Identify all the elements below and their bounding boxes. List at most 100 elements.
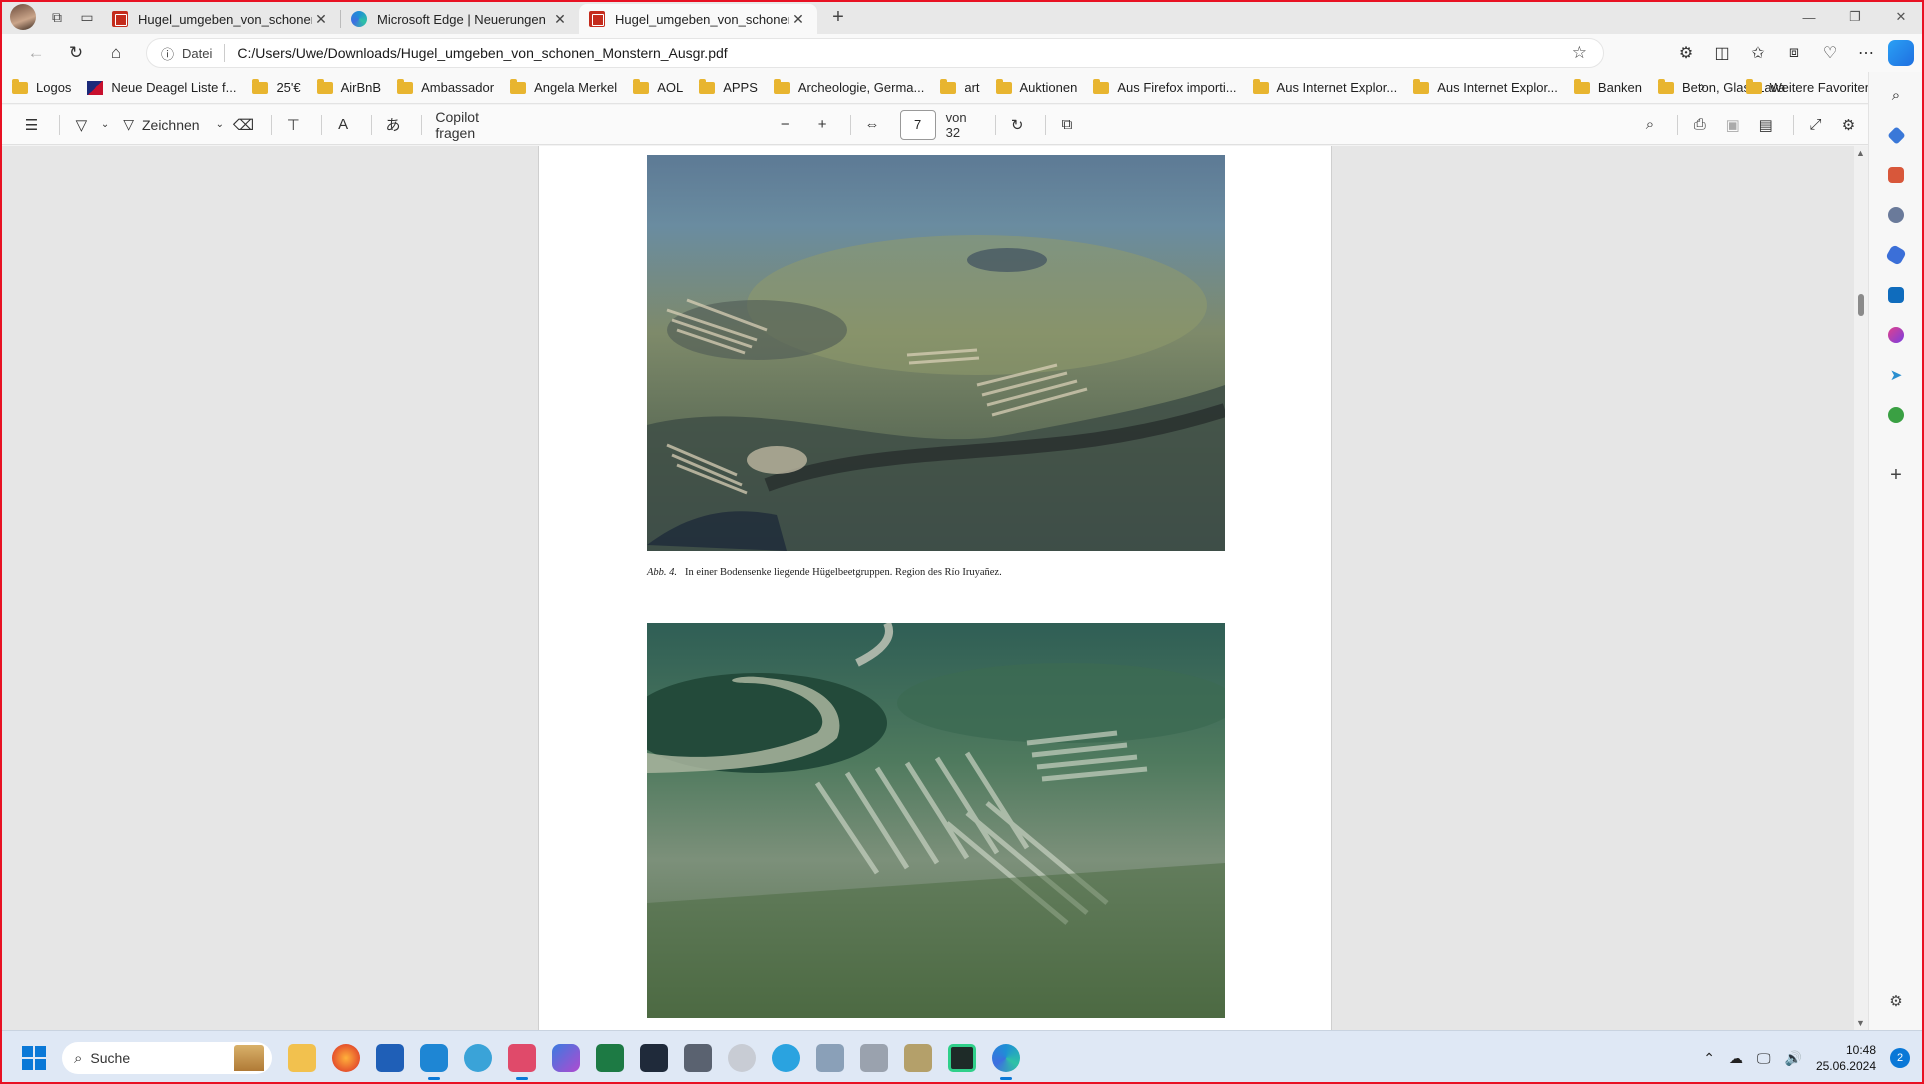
outlook-icon[interactable] (1883, 282, 1909, 308)
profile-avatar[interactable] (10, 4, 36, 30)
bookmark-folder[interactable]: Ambassador (397, 78, 494, 95)
printer-app-icon[interactable] (860, 1044, 888, 1072)
more-menu-icon[interactable]: ⋯ (1848, 43, 1884, 63)
home-button[interactable]: ⌂ (96, 38, 136, 68)
bookmark-folder[interactable]: art (940, 78, 980, 95)
tools-icon[interactable] (1883, 162, 1909, 188)
bookmark-folder[interactable]: AOL (633, 78, 683, 95)
settings-icon[interactable]: ⚙ (1883, 988, 1909, 1014)
volume-icon[interactable]: 🔊 (1785, 1050, 1802, 1067)
tab-1[interactable]: Hugel_umgeben_von_schonen_M ✕ (102, 4, 340, 34)
browser-essentials-icon[interactable]: ♡ (1812, 43, 1848, 63)
shopping-icon[interactable] (1883, 122, 1909, 148)
print-icon[interactable]: ⎙ (1686, 110, 1713, 140)
minimize-icon[interactable]: — (1786, 0, 1832, 34)
text-box-icon[interactable]: ⊤ (280, 110, 307, 140)
camera-icon[interactable] (684, 1044, 712, 1072)
search-icon[interactable]: ⌕ (1636, 110, 1663, 140)
file-explorer-icon[interactable] (288, 1044, 316, 1072)
app-icon[interactable] (816, 1044, 844, 1072)
bookmark-folder[interactable]: Angela Merkel (510, 78, 617, 95)
refresh-button[interactable]: ↻ (56, 38, 96, 68)
rotate-icon[interactable]: ↻ (1004, 110, 1031, 140)
close-tab-icon[interactable]: ✕ (312, 11, 330, 28)
tab-3-active[interactable]: Hugel_umgeben_von_schonen_M ✕ (579, 4, 817, 34)
split-screen-icon[interactable]: ◫ (1704, 43, 1740, 63)
other-favorites[interactable]: Weitere Favoriten (1745, 78, 1872, 95)
tree-icon[interactable] (1883, 402, 1909, 428)
info-icon[interactable]: ⓘ (161, 44, 174, 63)
page-number-input[interactable]: 7 (899, 109, 936, 140)
url-text[interactable]: C:/Users/Uwe/Downloads/Hugel_umgeben_von… (237, 45, 727, 61)
favorites-icon[interactable]: ✩ (1740, 43, 1776, 63)
terminal-icon[interactable] (640, 1044, 668, 1072)
bookmark-folder[interactable]: Banken (1573, 78, 1642, 95)
scroll-up-icon[interactable]: ▲ (1856, 148, 1865, 158)
chevron-right-icon[interactable]: › (1700, 78, 1705, 95)
tab-actions-icon[interactable]: ▭ (72, 3, 102, 31)
search-icon[interactable]: ⌕ (1883, 82, 1909, 108)
close-tab-icon[interactable]: ✕ (789, 11, 807, 28)
copilot-app-icon[interactable] (552, 1044, 580, 1072)
scroll-down-icon[interactable]: ▼ (1856, 1018, 1865, 1028)
bookmark-folder[interactable]: AirBnB (316, 78, 381, 95)
bookmark-folder[interactable]: Aus Internet Explor... (1252, 78, 1397, 95)
telegram-app-icon[interactable] (772, 1044, 800, 1072)
new-tab-button[interactable]: + (823, 3, 853, 31)
onedrive-icon[interactable]: ☁ (1729, 1050, 1743, 1067)
save-as-icon[interactable]: ▤ (1752, 110, 1779, 140)
clock[interactable]: 10:48 25.06.2024 (1816, 1042, 1876, 1074)
address-input[interactable]: ⓘ Datei C:/Users/Uwe/Downloads/Hugel_umg… (146, 38, 1604, 68)
bookmark-folder[interactable]: Aus Firefox importi... (1093, 78, 1237, 95)
copilot-icon[interactable] (1888, 40, 1914, 66)
collections-icon[interactable]: ⧈ (1776, 44, 1812, 62)
network-icon[interactable]: 🖵 (1757, 1050, 1771, 1067)
read-aloud-icon[interactable]: A (330, 110, 357, 140)
firefox-icon[interactable] (332, 1044, 360, 1072)
add-icon[interactable]: + (1883, 462, 1909, 488)
chevron-down-icon[interactable]: ⌄ (216, 119, 224, 130)
save-icon[interactable]: ▣ (1719, 110, 1746, 140)
settings-icon[interactable]: ⚙ (1835, 110, 1862, 140)
highlight-icon[interactable]: ▽ (68, 110, 95, 140)
fit-width-icon[interactable]: ⇔ (859, 110, 886, 140)
contents-icon[interactable]: ☰ (18, 110, 45, 140)
vertical-scrollbar[interactable]: ▲ ▼ (1854, 146, 1868, 1030)
extensions-icon[interactable]: ⚙ (1668, 43, 1704, 63)
microsoft-365-icon[interactable] (1883, 242, 1909, 268)
snipping-tool-icon[interactable] (508, 1044, 536, 1080)
eraser-icon[interactable]: ⌫ (230, 110, 257, 140)
chevron-up-icon[interactable]: ⌃ (1703, 1050, 1715, 1067)
designer-icon[interactable] (1883, 322, 1909, 348)
translate-icon[interactable]: あ (380, 110, 407, 140)
app-icon-2[interactable] (904, 1044, 932, 1072)
bookmark-folder[interactable]: Auktionen (995, 78, 1077, 95)
bookmark-folder[interactable]: Aus Internet Explor... (1413, 78, 1558, 95)
chat-app-icon[interactable] (948, 1044, 976, 1072)
chevron-down-icon[interactable]: ⌄ (101, 110, 109, 140)
close-tab-icon[interactable]: ✕ (551, 11, 569, 28)
word-icon[interactable] (376, 1044, 404, 1072)
edge-taskbar-icon[interactable] (992, 1044, 1020, 1080)
ask-copilot-button[interactable]: Copilot fragen (435, 109, 513, 141)
windows-start-icon[interactable] (22, 1046, 46, 1070)
close-window-icon[interactable]: ✕ (1878, 0, 1924, 34)
weather-app-icon[interactable] (464, 1044, 492, 1072)
back-button[interactable]: ← (16, 38, 56, 68)
handwriting-app-icon[interactable] (728, 1044, 756, 1072)
bookmark-folder[interactable]: APPS (699, 78, 758, 95)
pdf-viewer[interactable]: Abb. 4. In einer Bodensenke liegende Hüge… (0, 146, 1868, 1030)
scrollbar-thumb[interactable] (1858, 294, 1864, 316)
bookmark-folder[interactable]: Archeologie, Germa... (773, 78, 924, 95)
tab-2[interactable]: Microsoft Edge | Neuerungen ✕ (341, 4, 579, 34)
fullscreen-icon[interactable]: ⤢ (1802, 110, 1829, 140)
zoom-in-icon[interactable]: + (809, 110, 836, 140)
workspaces-icon[interactable]: ⧉ (42, 3, 72, 31)
restore-icon[interactable]: ❐ (1832, 0, 1878, 34)
page-view-icon[interactable]: ⧉ (1054, 110, 1081, 140)
favorite-star-icon[interactable]: ☆ (1572, 43, 1587, 63)
taskbar-search[interactable]: ⌕ Suche (62, 1042, 272, 1074)
telegram-icon[interactable]: ➤ (1883, 362, 1909, 388)
bookmark-folder[interactable]: Logos (12, 78, 71, 95)
bookmark-folder[interactable]: 25'€ (252, 78, 301, 95)
